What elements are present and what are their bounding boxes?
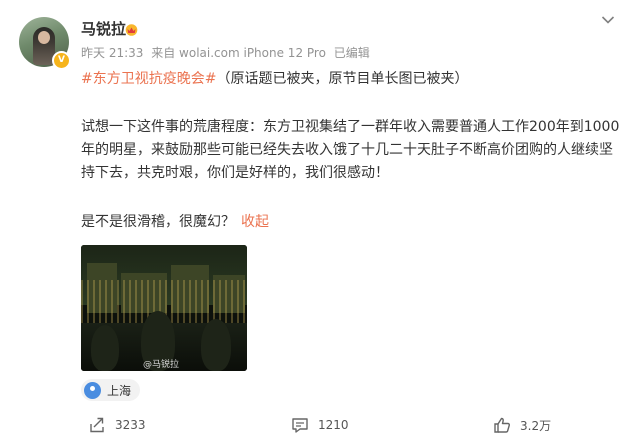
repost-icon — [90, 417, 104, 433]
avatar-face — [38, 31, 50, 44]
image-silhouette — [91, 325, 119, 371]
location-label: 上海 — [107, 383, 132, 398]
comment-icon — [292, 418, 308, 433]
topic-link[interactable]: #东方卫视抗疫晚会# — [81, 71, 216, 87]
location-pin-icon — [84, 381, 101, 399]
collapse-link[interactable]: 收起 — [241, 214, 269, 230]
post-image[interactable]: @马锐拉 — [81, 245, 247, 371]
crown-icon[interactable] — [124, 23, 139, 36]
post-line-closing: 是不是很滑稽，很魔幻？ 收起 — [81, 211, 621, 234]
comment-button[interactable]: 1210 — [291, 412, 349, 438]
post-time[interactable]: 昨天 21:33 — [81, 46, 143, 60]
post-paragraph: 试想一下这件事的荒唐程度：东方卫视集结了一群年收入需要普通人工作200年到100… — [81, 119, 620, 181]
comment-count: 1210 — [318, 418, 349, 432]
chevron-down-icon[interactable] — [601, 15, 615, 25]
edited-label[interactable]: 已编辑 — [334, 46, 370, 60]
author-name[interactable]: 马锐拉 — [81, 19, 126, 39]
like-icon — [494, 417, 510, 433]
closing-text: 是不是很滑稽，很魔幻？ — [81, 214, 235, 230]
post-source: 来自 wolai.com iPhone 12 Pro — [151, 46, 326, 60]
like-button[interactable]: 3.2万 — [493, 412, 551, 438]
topic-note: （原话题已被夹，原节目单长图已被夹） — [216, 71, 469, 87]
like-count: 3.2万 — [520, 418, 552, 433]
action-bar: 3233 1210 3.2万 — [0, 412, 631, 438]
image-silhouette — [201, 319, 231, 371]
verified-badge-icon: V — [52, 51, 71, 70]
post-meta: 昨天 21:33 来自 wolai.com iPhone 12 Pro 已编辑 — [81, 45, 374, 61]
location-tag[interactable]: 上海 — [81, 379, 141, 401]
weibo-post-card: V 马锐拉 昨天 21:33 来自 wolai.com iPhone 12 Pr… — [0, 0, 631, 445]
repost-count: 3233 — [115, 418, 146, 432]
repost-button[interactable]: 3233 — [88, 412, 146, 438]
image-watermark: @马锐拉 — [143, 360, 180, 370]
post-line-topic: #东方卫视抗疫晚会#（原话题已被夹，原节目单长图已被夹） — [81, 68, 621, 91]
